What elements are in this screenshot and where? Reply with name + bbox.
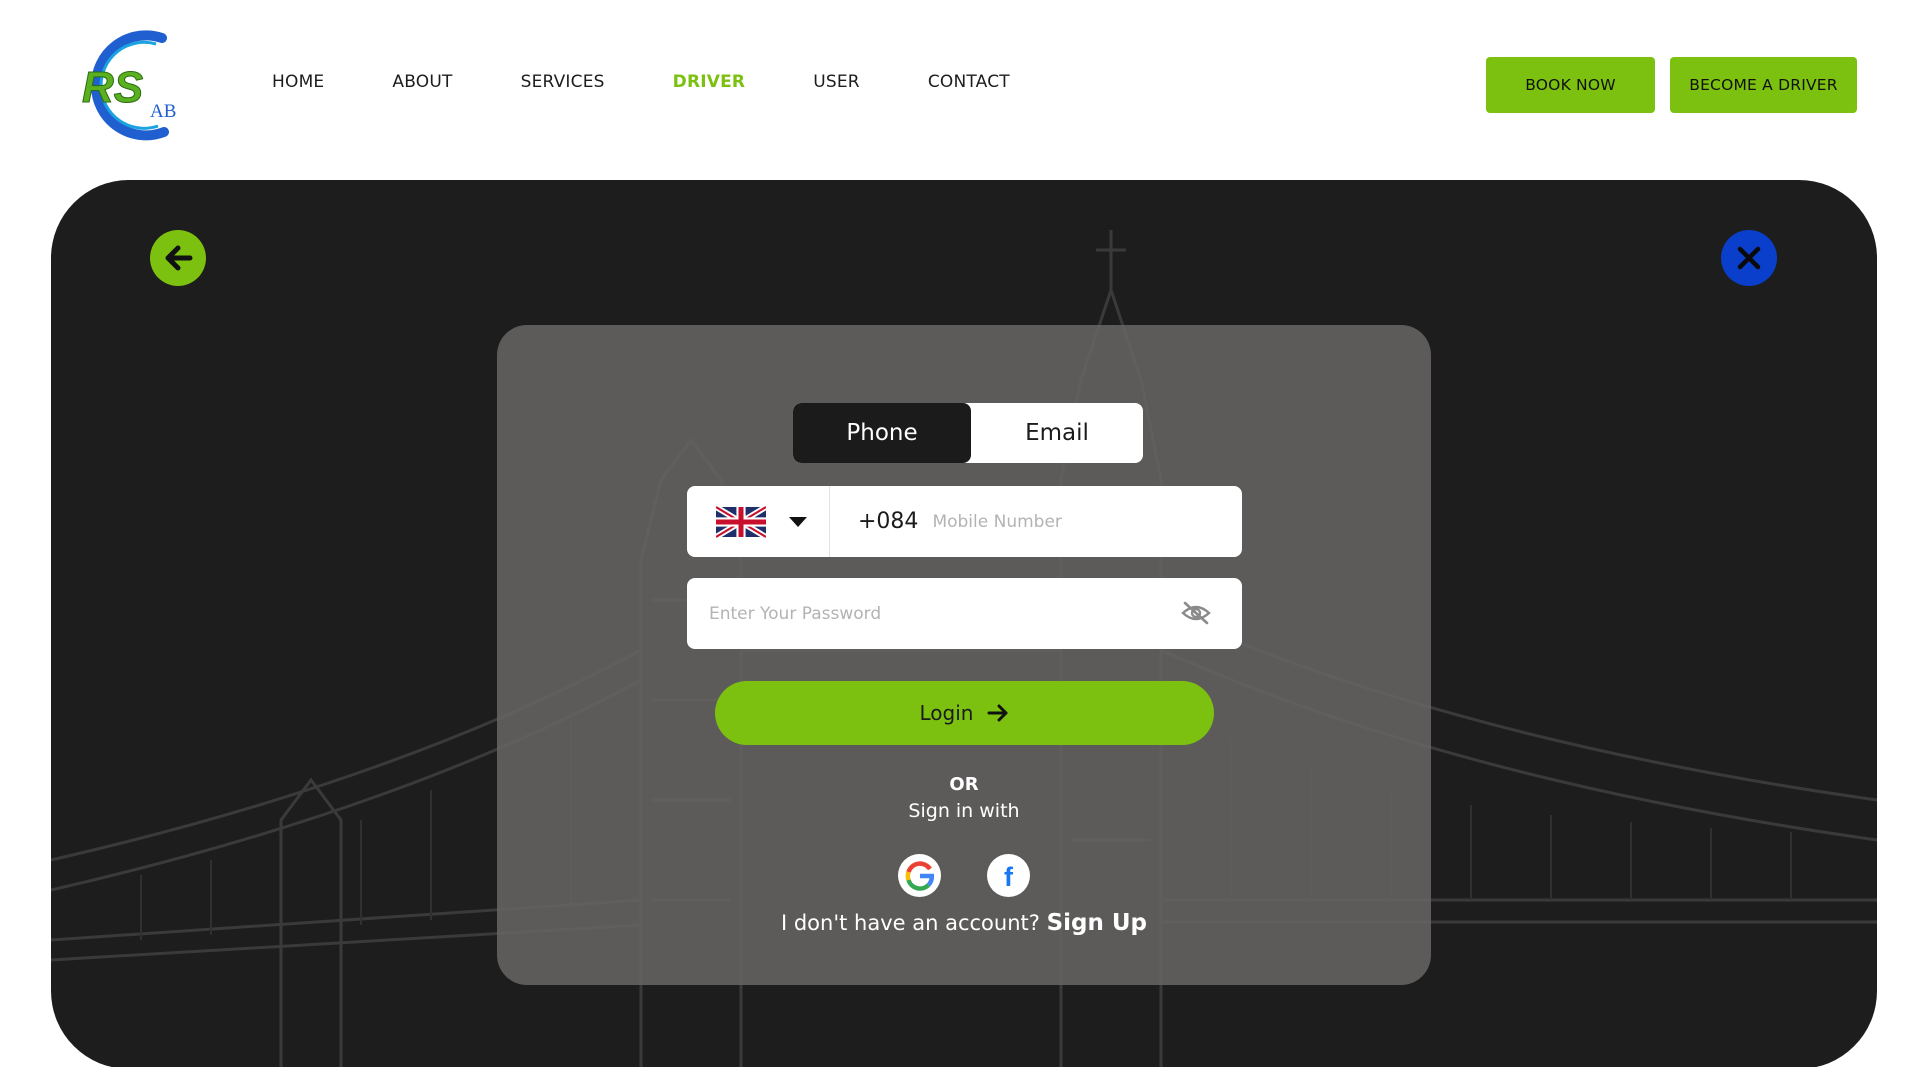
- phone-field: +084: [687, 486, 1242, 557]
- nav-item-home[interactable]: HOME: [272, 72, 324, 92]
- login-hero-panel: Phone Email +084 Mobile Number Login OR …: [51, 180, 1877, 1067]
- country-selector[interactable]: [687, 486, 830, 557]
- sign-in-with-label: Sign in with: [908, 800, 1020, 822]
- login-card: Phone Email +084 Mobile Number Login OR …: [497, 325, 1431, 985]
- login-button[interactable]: Login: [715, 681, 1214, 745]
- or-divider: OR: [949, 774, 979, 795]
- close-icon: [1737, 246, 1761, 270]
- nav-item-about[interactable]: ABOUT: [392, 72, 452, 92]
- eye-off-icon[interactable]: [1181, 601, 1211, 625]
- login-method-tabs: Phone Email: [793, 403, 1143, 463]
- nav-item-user[interactable]: USER: [813, 72, 860, 92]
- tab-email[interactable]: Email: [971, 403, 1143, 463]
- nav-item-driver[interactable]: DRIVER: [673, 72, 746, 92]
- no-account-text: I don't have an account?: [780, 911, 1040, 935]
- svg-text:AB: AB: [150, 101, 176, 122]
- nav-item-services[interactable]: SERVICES: [521, 72, 605, 92]
- dial-code: +084: [858, 509, 919, 534]
- login-button-label: Login: [919, 701, 974, 725]
- main-nav: HOME ABOUT SERVICES DRIVER USER CONTACT: [272, 72, 1078, 92]
- close-button[interactable]: [1721, 230, 1777, 286]
- signup-prompt: I don't have an account? Sign Up: [497, 910, 1431, 936]
- password-input[interactable]: [709, 603, 1179, 624]
- google-icon: [905, 860, 934, 891]
- svg-text:RS: RS: [82, 63, 143, 112]
- nav-item-contact[interactable]: CONTACT: [928, 72, 1010, 92]
- facebook-signin-button[interactable]: f: [987, 854, 1030, 897]
- chevron-down-icon: [789, 516, 807, 527]
- facebook-icon: f: [1004, 862, 1013, 892]
- google-signin-button[interactable]: [898, 854, 941, 897]
- signup-link[interactable]: Sign Up: [1047, 910, 1147, 936]
- arrow-left-icon: [165, 245, 193, 271]
- become-driver-button[interactable]: BECOME A DRIVER: [1670, 57, 1857, 113]
- site-header: RS AB HOME ABOUT SERVICES DRIVER USER CO…: [0, 0, 1920, 170]
- password-field: [687, 578, 1242, 649]
- arrow-right-icon: [987, 704, 1008, 722]
- back-button[interactable]: [150, 230, 206, 286]
- tab-phone[interactable]: Phone: [793, 403, 971, 463]
- book-now-button[interactable]: BOOK NOW: [1486, 57, 1655, 113]
- uk-flag-icon: [716, 505, 766, 538]
- mobile-number-input[interactable]: [932, 511, 1233, 532]
- company-logo[interactable]: RS AB: [64, 22, 184, 147]
